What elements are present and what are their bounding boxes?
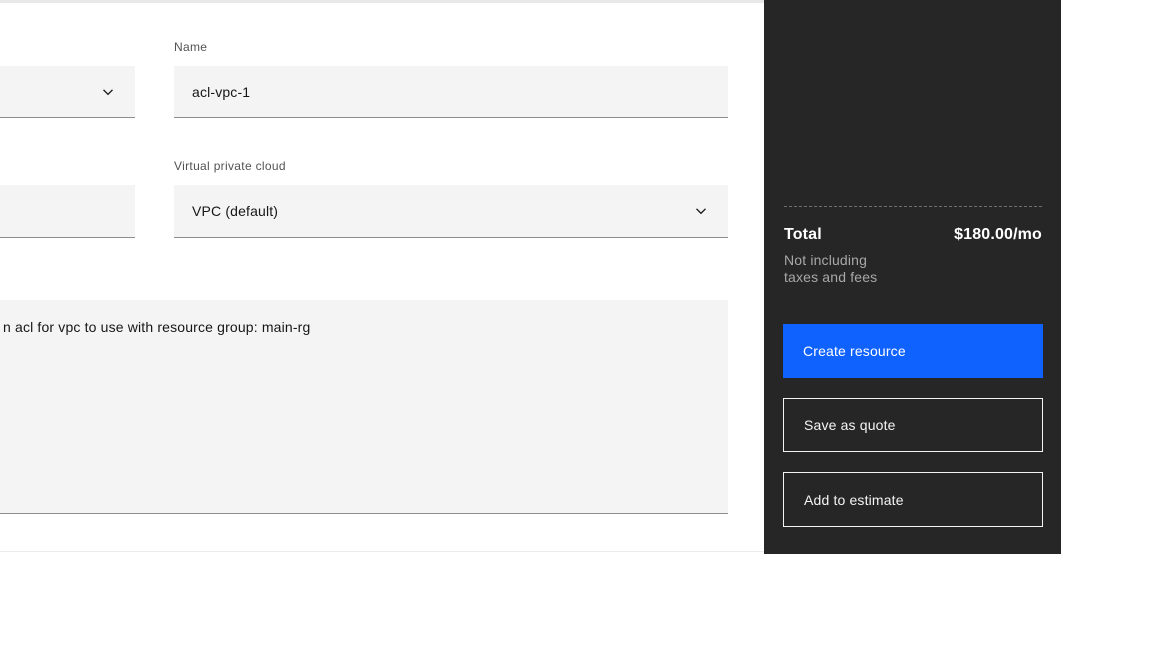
chevron-down-icon [693, 203, 709, 219]
description-textarea-value: n acl for vpc to use with resource group… [3, 319, 311, 335]
form-card: Name acl-vpc-1 Virtual private cloud VPC… [0, 3, 764, 552]
left-dropdown-truncated[interactable] [0, 66, 135, 118]
save-as-quote-button[interactable]: Save as quote [783, 398, 1043, 452]
description-textarea[interactable]: n acl for vpc to use with resource group… [0, 300, 728, 514]
create-resource-button[interactable]: Create resource [783, 324, 1043, 378]
add-to-estimate-button[interactable]: Add to estimate [783, 472, 1043, 527]
tax-disclaimer-line2: taxes and fees [784, 269, 878, 285]
summary-divider [784, 206, 1042, 207]
vpc-dropdown[interactable]: VPC (default) [174, 185, 728, 238]
name-input-value: acl-vpc-1 [192, 83, 251, 100]
total-row: Total $180.00/mo [784, 226, 1042, 244]
left-input-truncated[interactable] [0, 185, 135, 238]
vpc-dropdown-value: VPC (default) [192, 203, 279, 219]
tax-disclaimer: Not including taxes and fees [784, 252, 877, 286]
total-label: Total [784, 226, 822, 243]
chevron-down-icon [100, 84, 116, 100]
name-label: Name [174, 40, 208, 54]
vpc-label: Virtual private cloud [174, 159, 286, 173]
name-input[interactable]: acl-vpc-1 [174, 66, 728, 118]
total-value: $180.00/mo [954, 226, 1042, 243]
page: Name acl-vpc-1 Virtual private cloud VPC… [0, 0, 1152, 648]
tax-disclaimer-line1: Not including [784, 252, 868, 268]
order-summary-panel: Total $180.00/mo Not including taxes and… [764, 0, 1061, 554]
